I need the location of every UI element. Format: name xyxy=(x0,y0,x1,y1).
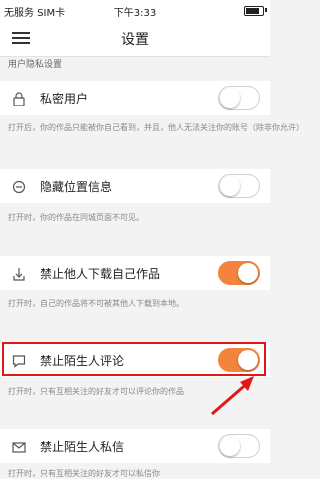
annotation-arrow-icon xyxy=(211,376,254,416)
